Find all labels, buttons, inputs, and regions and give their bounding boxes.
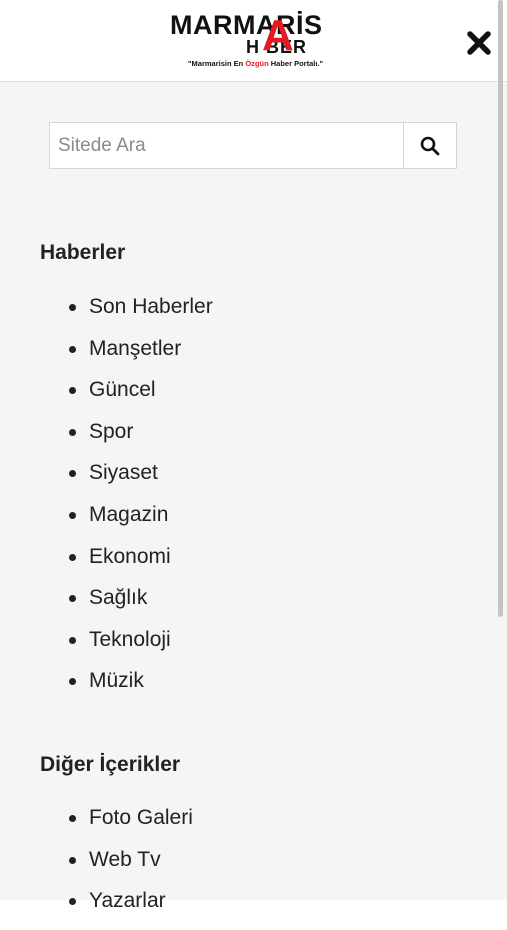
logo-slogan-start: "Marmarisin En	[188, 59, 246, 68]
menu-item-magazin[interactable]: Magazin	[0, 502, 213, 544]
menu-item-spor[interactable]: Spor	[0, 419, 213, 461]
menu-item-mansetler[interactable]: Manşetler	[0, 336, 213, 378]
section-title-haberler: Haberler	[40, 241, 126, 264]
close-x-icon	[467, 31, 491, 55]
section-title-diger-icerikler: Diğer İçerikler	[40, 753, 181, 776]
menu-item-ekonomi[interactable]: Ekonomi	[0, 544, 213, 586]
menu-item-yazarlar[interactable]: Yazarlar	[0, 888, 193, 930]
mobile-menu-panel: Haberler Son Haberler Manşetler Güncel S…	[0, 82, 507, 912]
diger-icerikler-list: Foto Galeri Web Tv Yazarlar	[0, 805, 193, 930]
logo-slogan-end: Haber Portalı."	[268, 59, 324, 68]
search-icon	[420, 136, 440, 155]
logo-slogan-highlight: Özgün	[245, 59, 269, 68]
search-input[interactable]	[50, 123, 403, 168]
haberler-list: Son Haberler Manşetler Güncel Spor Siyas…	[0, 294, 213, 710]
search-form	[49, 122, 457, 169]
site-logo[interactable]: MARMARİS H BER A "Marmarisin En Özgün Ha…	[170, 10, 338, 74]
menu-item-muzik[interactable]: Müzik	[0, 668, 213, 710]
search-button[interactable]	[403, 123, 456, 168]
menu-item-foto-galeri[interactable]: Foto Galeri	[0, 805, 193, 847]
logo-line-1: MARMARİS	[170, 10, 323, 40]
site-header: MARMARİS H BER A "Marmarisin En Özgün Ha…	[0, 0, 507, 82]
menu-item-web-tv[interactable]: Web Tv	[0, 847, 193, 889]
menu-item-guncel[interactable]: Güncel	[0, 377, 213, 419]
menu-item-saglik[interactable]: Sağlık	[0, 585, 213, 627]
menu-item-siyaset[interactable]: Siyaset	[0, 460, 213, 502]
logo-slogan: "Marmarisin En Özgün Haber Portalı."	[188, 59, 323, 68]
page-scrollbar[interactable]	[498, 0, 503, 617]
logo-red-letter: A	[262, 11, 294, 60]
menu-item-teknoloji[interactable]: Teknoloji	[0, 627, 213, 669]
close-menu-button[interactable]	[466, 30, 492, 56]
menu-item-son-haberler[interactable]: Son Haberler	[0, 294, 213, 336]
